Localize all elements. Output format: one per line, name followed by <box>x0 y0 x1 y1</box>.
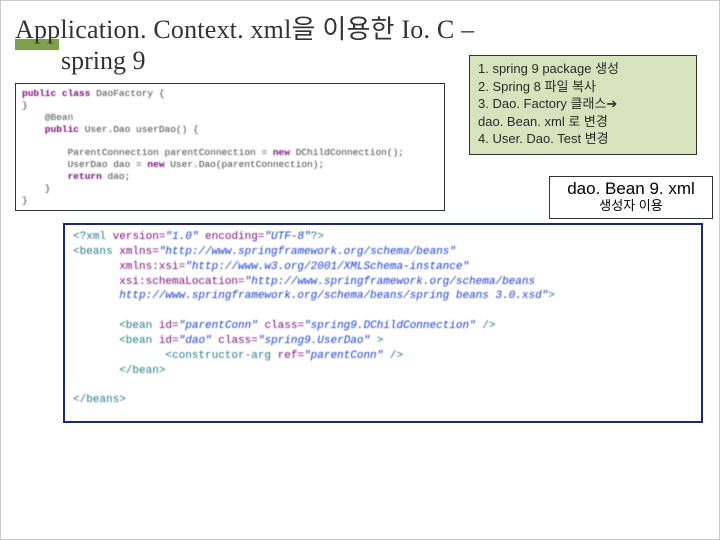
xml-code-box: <?xml version="1.0" encoding="UTF-8"?> <… <box>63 223 703 423</box>
kw: new <box>273 147 290 158</box>
x: "dao" <box>179 335 212 347</box>
t: DChildConnection(); <box>290 147 404 158</box>
t: DaoFactory { <box>90 88 164 99</box>
x: </bean> <box>73 365 165 377</box>
x: /> <box>383 350 403 362</box>
xml-code: <?xml version="1.0" encoding="UTF-8"?> <… <box>65 225 701 413</box>
x: <bean <box>73 320 159 332</box>
t: } <box>22 195 28 206</box>
x: <constructor-arg <box>73 350 278 362</box>
x: class= <box>258 320 304 332</box>
x: "1.0" <box>165 231 198 243</box>
x: > <box>548 290 555 302</box>
file-label-box: dao. Bean 9. xml 생성자 이용 <box>549 176 713 219</box>
x: <beans <box>73 246 119 258</box>
x: /> <box>476 320 496 332</box>
x: version= <box>113 231 166 243</box>
t: ParentConnection parentConnection = <box>22 147 273 158</box>
kw: public class <box>22 88 90 99</box>
java-code: public class DaoFactory { } @Bean public… <box>16 84 444 211</box>
x: xmlns:xsi= <box>73 261 185 273</box>
t: dao; <box>102 171 131 182</box>
x: xsi:schemaLocation= <box>73 276 245 288</box>
kw: new <box>147 159 164 170</box>
x: "spring9.UserDao" <box>258 335 370 347</box>
kw: return <box>22 171 102 182</box>
t: } <box>22 183 51 194</box>
x: xmlns= <box>119 246 159 258</box>
x: id= <box>159 320 179 332</box>
t: User.Dao(parentConnection); <box>165 159 325 170</box>
x: <?xml <box>73 231 113 243</box>
t: } <box>22 100 28 111</box>
slide: Application. Context. xml을 이용한 Io. C – s… <box>0 0 720 540</box>
x: ref= <box>278 350 304 362</box>
x: ?> <box>311 231 324 243</box>
step-2: 2. Spring 8 파일 복사 <box>478 78 688 96</box>
java-code-box: public class DaoFactory { } @Bean public… <box>15 83 445 211</box>
x: id= <box>159 335 179 347</box>
steps-box: 1. spring 9 package 생성 2. Spring 8 파일 복사… <box>469 55 697 155</box>
x: "http://www.w3.org/2001/XMLSchema-instan… <box>185 261 469 273</box>
step-1: 1. spring 9 package 생성 <box>478 60 688 78</box>
step-3: 3. Dao. Factory 클래스➔ <box>478 95 688 113</box>
x: "http://www.springframework.org/schema/b… <box>245 276 535 288</box>
x: class= <box>212 335 258 347</box>
x: "http://www.springframework.org/schema/b… <box>159 246 456 258</box>
x: <bean <box>73 335 159 347</box>
file-label-main: dao. Bean 9. xml <box>567 179 695 198</box>
step-3b: dao. Bean. xml 로 변경 <box>478 113 688 131</box>
x: > <box>370 335 383 347</box>
step-4: 4. User. Dao. Test 변경 <box>478 130 688 148</box>
x: </beans> <box>73 394 126 406</box>
file-label-sub: 생성자 이용 <box>556 199 706 213</box>
x: "parentConn" <box>304 350 383 362</box>
x: http://www.springframework.org/schema/be… <box>73 290 548 302</box>
title-line-1: Application. Context. xml을 이용한 Io. C – <box>15 9 705 46</box>
t: UserDao dao = <box>22 159 147 170</box>
x: "UTF-8" <box>264 231 310 243</box>
kw: public <box>22 124 79 135</box>
x: "parentConn" <box>179 320 258 332</box>
t: @Bean <box>22 112 73 123</box>
x: encoding= <box>198 231 264 243</box>
t: User.Dao userDao() { <box>79 124 199 135</box>
x: "spring9.DChildConnection" <box>304 320 476 332</box>
